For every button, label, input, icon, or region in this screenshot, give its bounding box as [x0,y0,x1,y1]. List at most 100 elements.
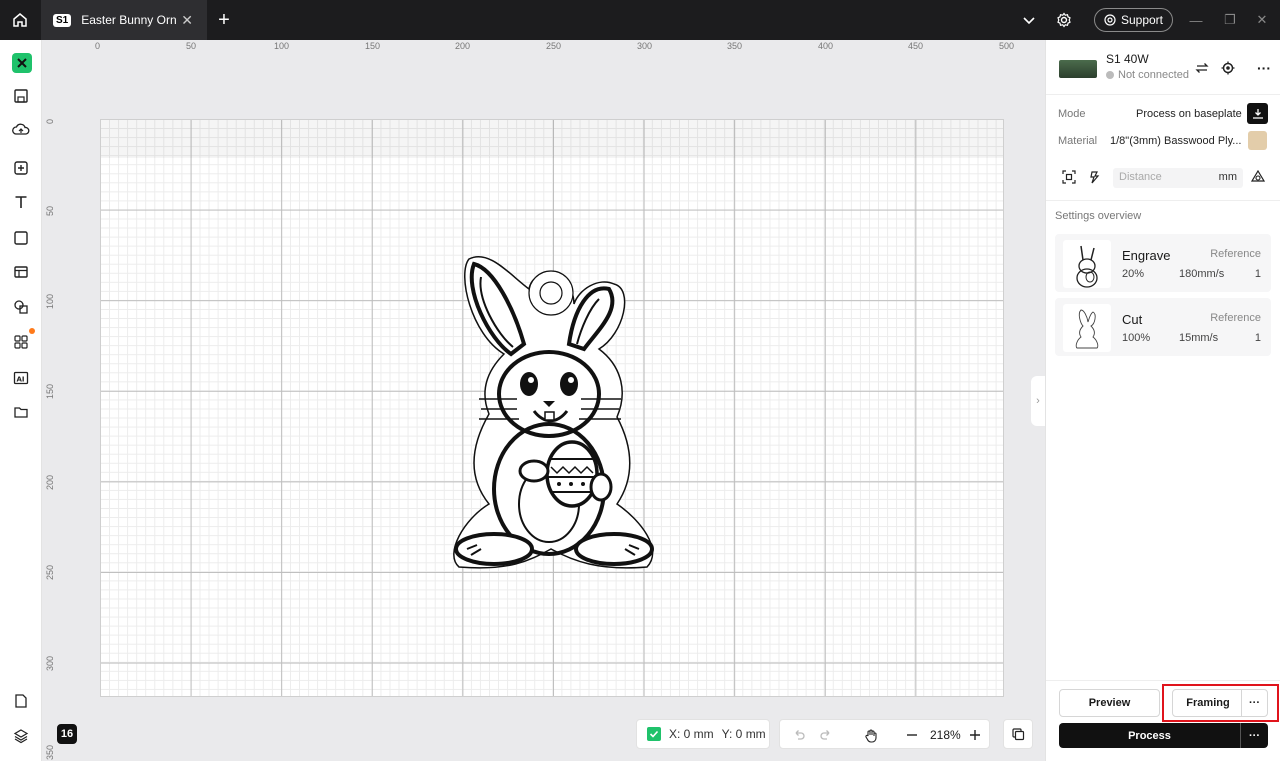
settings-overview-title: Settings overview [1055,210,1142,222]
measure-probe-icon[interactable] [1085,167,1105,187]
hand-pan-icon[interactable] [859,723,883,747]
material-color-swatch[interactable] [1248,131,1267,150]
folder-icon[interactable] [9,400,33,424]
home-icon [13,13,27,27]
engrave-reference: Reference [1210,248,1261,260]
shapes-library-icon[interactable] [9,295,33,319]
distance-unit: mm [1218,171,1237,183]
divider [1046,680,1280,681]
process-button-group: Process ··· [1059,723,1268,748]
text-tool-icon[interactable] [9,190,33,214]
snap-checkbox[interactable] [647,727,661,741]
cut-thumbnail [1063,304,1111,352]
connect-target-icon[interactable] [1218,58,1238,78]
device-name[interactable]: S1 40W [1106,52,1149,66]
ruler-tick: 250 [546,41,562,51]
cloud-upload-icon[interactable] [9,118,33,142]
ruler-tick: 450 [908,41,924,51]
app-logo-icon[interactable] [12,53,32,73]
document-icon[interactable] [9,689,33,713]
engrave-speed: 180mm/s [1179,268,1225,280]
y-coordinate: Y: 0 mm [721,727,766,741]
redo-icon[interactable] [814,723,838,747]
device-status: Not connected [1106,69,1189,81]
engrave-name: Engrave [1122,248,1171,263]
zoom-level[interactable]: 218% [930,728,961,742]
left-toolbar: AI [0,40,42,761]
title-bar: S1 Easter Bunny Orn... ✕ + Support — ❐ ✕ [0,0,1280,40]
mode-value[interactable]: Process on baseplate [1136,108,1242,120]
process-button[interactable]: Process [1059,723,1240,748]
maximize-icon[interactable]: ❐ [1220,10,1240,30]
ruler-tick: 300 [45,655,55,671]
cut-reference: Reference [1210,312,1261,324]
engrave-thumbnail [1063,240,1111,288]
engrave-settings-card[interactable]: Engrave Reference 20% 180mm/s 1 [1055,234,1271,292]
copy-icon[interactable] [1003,719,1033,749]
close-tab-icon[interactable]: ✕ [181,12,193,29]
ai-tool-icon[interactable]: AI [9,366,33,390]
support-button[interactable]: Support [1094,8,1173,32]
cut-name: Cut [1122,312,1143,327]
bunny-ornament-artwork[interactable] [449,249,657,569]
autofocus-icon[interactable] [1059,167,1079,187]
ruler-tick: 100 [274,41,290,51]
chevron-down-icon[interactable] [1017,8,1041,32]
device-badge: S1 [53,13,72,27]
undo-icon[interactable] [787,723,811,747]
project-tab[interactable]: S1 Easter Bunny Orn... ✕ [41,0,207,40]
check-icon [649,730,659,738]
ruler-tick: 500 [999,41,1015,51]
divider [1046,94,1280,95]
material-label: Material [1058,135,1098,147]
engrave-power: 20% [1122,268,1145,280]
ruler-tick: 300 [637,41,653,51]
window-close-icon[interactable]: ✕ [1252,10,1272,30]
status-dot [1106,71,1114,79]
device-image [1059,60,1097,78]
zoom-out-icon[interactable] [900,723,924,747]
distance-placeholder: Distance [1119,171,1162,183]
layer-count-badge[interactable]: 16 [57,724,77,744]
distance-row: Distance mm [1056,167,1270,188]
ruler-tick: 0 [45,118,55,124]
design-canvas[interactable]: 0 50 100 150 200 250 300 350 400 450 500… [42,40,1045,761]
process-more-button[interactable]: ··· [1240,723,1268,748]
material-value[interactable]: 1/8"(3mm) Basswood Ply... [1110,135,1242,147]
add-object-icon[interactable] [9,156,33,180]
save-icon[interactable] [9,84,33,108]
baseplate-mode-icon[interactable] [1247,103,1268,124]
support-label: Support [1120,13,1164,27]
tilt-measure-icon[interactable] [1248,167,1268,187]
framing-more-button[interactable]: ··· [1241,690,1267,716]
ruler-tick: 100 [45,293,55,309]
new-tab-button[interactable]: + [212,8,236,32]
preview-button[interactable]: Preview [1059,689,1160,717]
template-icon[interactable] [9,260,33,284]
switch-device-icon[interactable] [1192,58,1212,78]
divider [1046,200,1280,201]
cut-settings-card[interactable]: Cut Reference 100% 15mm/s 1 [1055,298,1271,356]
ruler-tick: 350 [727,41,743,51]
minimize-icon[interactable]: — [1186,10,1206,30]
shape-tool-icon[interactable] [9,226,33,250]
framing-button[interactable]: Framing [1173,690,1243,716]
ruler-tick: 200 [455,41,471,51]
layers-icon[interactable] [9,724,33,748]
cut-speed: 15mm/s [1179,332,1219,344]
distance-input[interactable]: Distance mm [1113,168,1243,188]
zoom-in-icon[interactable] [963,723,987,747]
framing-button-group: Framing ··· [1172,689,1268,717]
apps-icon[interactable] [9,330,33,354]
ruler-tick: 0 [95,41,101,51]
svg-text:AI: AI [17,376,25,384]
mode-label: Mode [1058,108,1086,120]
home-button[interactable] [0,0,40,40]
more-options-icon[interactable]: ··· [1254,58,1274,78]
collapse-panel-icon[interactable]: › [1031,376,1045,426]
engrave-passes: 1 [1254,268,1261,280]
coordinate-readout: X: 0 mm Y: 0 mm [636,719,770,749]
settings-gear-icon[interactable] [1052,8,1076,32]
notification-dot [29,328,35,334]
ruler-tick: 250 [45,564,55,580]
